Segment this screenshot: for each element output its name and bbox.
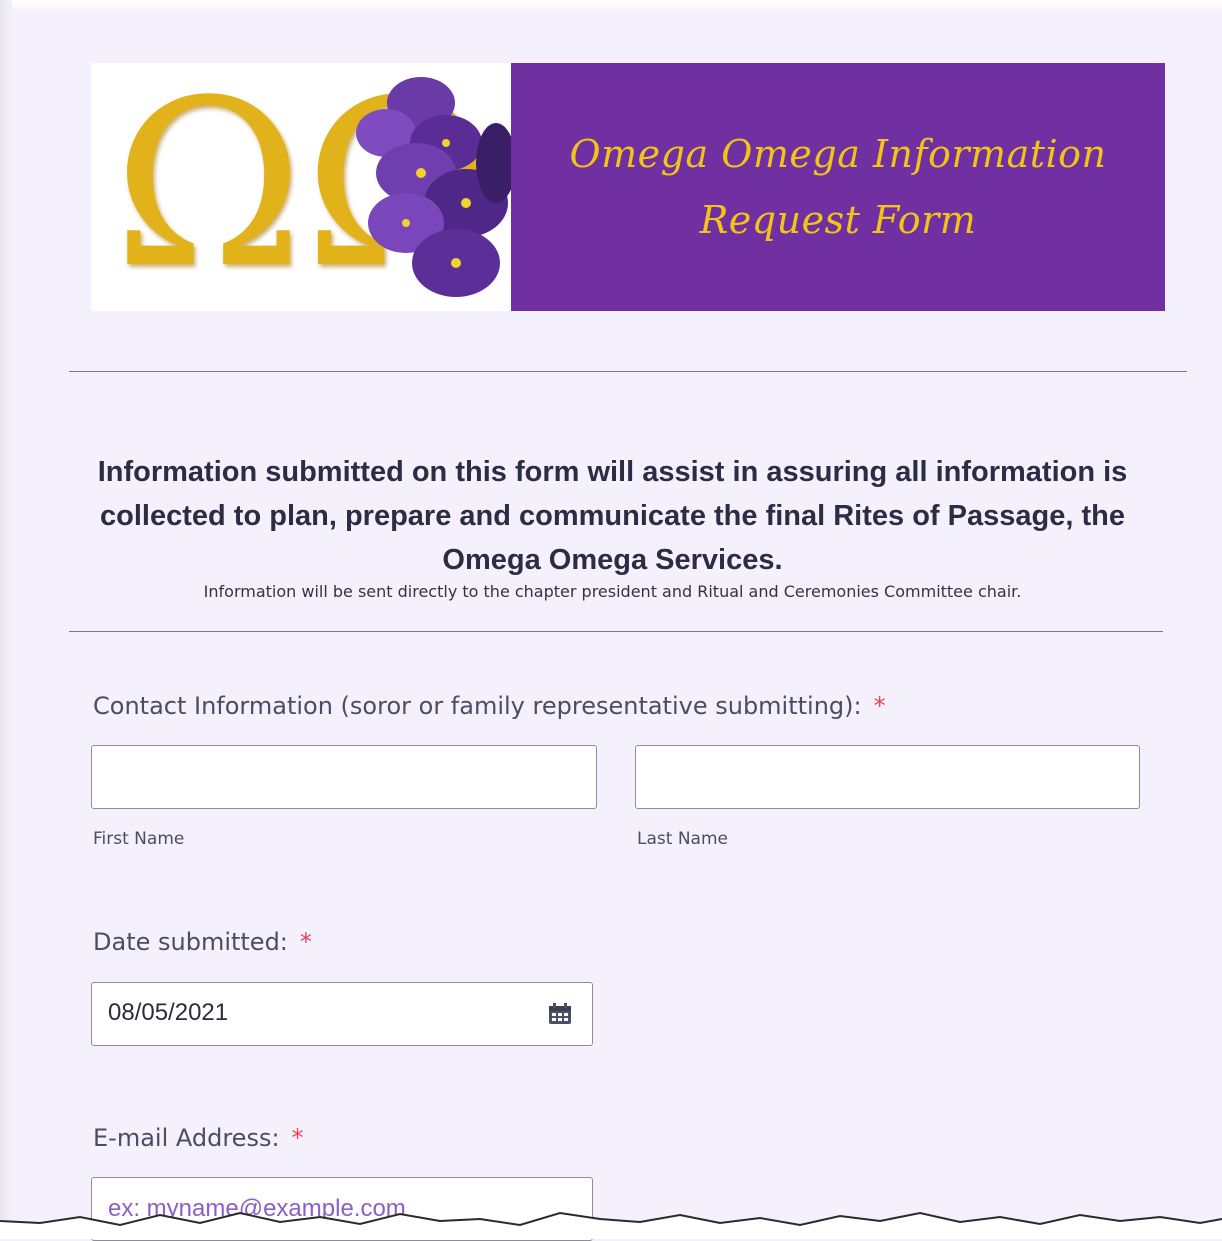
email-label: E-mail Address: * bbox=[93, 1124, 304, 1152]
contact-info-label-text: Contact Information (soror or family rep… bbox=[93, 692, 862, 720]
date-submitted-field[interactable]: 08/05/2021 bbox=[91, 982, 593, 1046]
first-name-input[interactable] bbox=[91, 745, 597, 809]
required-asterisk: * bbox=[873, 692, 886, 720]
last-name-sublabel: Last Name bbox=[637, 829, 728, 849]
violet-flowers-image bbox=[356, 77, 511, 297]
page-left-edge bbox=[0, 0, 12, 1239]
date-submitted-value: 08/05/2021 bbox=[108, 999, 229, 1026]
divider-bottom bbox=[69, 631, 1163, 632]
required-asterisk: * bbox=[299, 928, 312, 956]
date-submitted-label-text: Date submitted: bbox=[93, 928, 288, 956]
divider-top bbox=[69, 371, 1187, 372]
banner-title: Omega Omega Information Request Form bbox=[538, 121, 1138, 253]
first-name-sublabel: First Name bbox=[93, 829, 185, 849]
intro-note: Information will be sent directly to the… bbox=[203, 582, 1022, 601]
last-name-input[interactable] bbox=[635, 745, 1140, 809]
torn-page-edge bbox=[0, 1211, 1222, 1239]
page-top-edge bbox=[0, 0, 1222, 14]
intro-heading: Information submitted on this form will … bbox=[97, 456, 1128, 576]
header-banner: ΩΩ Omega Omega Information Request Form bbox=[91, 63, 1165, 311]
contact-info-label: Contact Information (soror or family rep… bbox=[93, 692, 886, 720]
banner-logo-area: ΩΩ bbox=[91, 63, 511, 311]
banner-title-line2: Request Form bbox=[699, 198, 977, 242]
banner-title-line1: Omega Omega Information bbox=[569, 132, 1107, 176]
calendar-icon[interactable] bbox=[548, 1003, 572, 1025]
email-label-text: E-mail Address: bbox=[93, 1124, 280, 1152]
required-asterisk: * bbox=[291, 1124, 304, 1152]
date-submitted-label: Date submitted: * bbox=[93, 928, 312, 956]
banner-title-area: Omega Omega Information Request Form bbox=[511, 63, 1165, 311]
